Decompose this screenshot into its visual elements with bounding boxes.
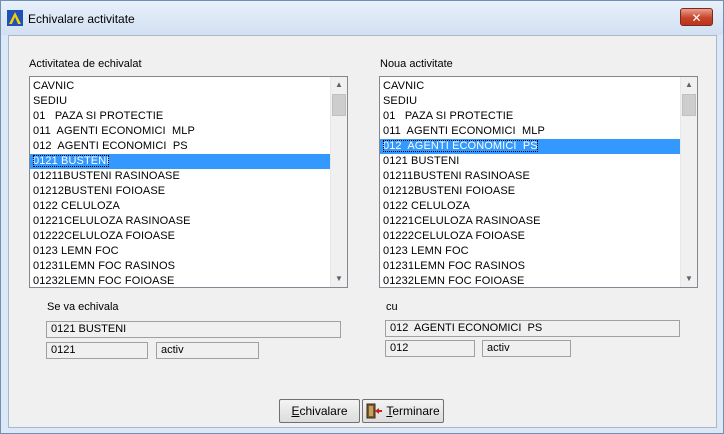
list-item[interactable]: 01212BUSTENI FOIOASE <box>380 184 680 199</box>
close-button[interactable]: ✕ <box>680 8 713 26</box>
list-item[interactable]: 0122 CELULOZA <box>380 199 680 214</box>
list-item[interactable]: 0121 BUSTENI <box>380 154 680 169</box>
target-name-field: 012 AGENTI ECONOMICI PS <box>385 320 680 337</box>
list-item[interactable]: SEDIU <box>380 94 680 109</box>
list-item-label: CAVNIC <box>383 80 425 92</box>
title-bar[interactable]: Echivalare activitate ✕ <box>1 1 723 35</box>
scroll-up-icon[interactable]: ▲ <box>681 77 697 93</box>
list-item[interactable]: 0121 BUSTENI <box>30 154 330 169</box>
list-item-label: 012 AGENTI ECONOMICI PS <box>383 140 538 152</box>
list-item-label: 01221CELULOZA RASINOASE <box>33 215 191 227</box>
list-item-label: 011 AGENTI ECONOMICI MLP <box>383 125 545 137</box>
list-item[interactable]: 0123 LEMN FOC <box>30 244 330 259</box>
list-item[interactable]: 01231LEMN FOC RASINOS <box>380 259 680 274</box>
list-item-label: 01212BUSTENI FOIOASE <box>383 185 516 197</box>
list-item-label: SEDIU <box>33 95 68 107</box>
scroll-down-icon[interactable]: ▼ <box>331 271 347 287</box>
list-item-label: 01221CELULOZA RASINOASE <box>383 215 541 227</box>
list-item-label: 0121 BUSTENI <box>383 155 460 167</box>
dialog-window: Echivalare activitate ✕ Activitatea de e… <box>0 0 724 434</box>
list-item[interactable]: 01212BUSTENI FOIOASE <box>30 184 330 199</box>
target-code-field: 012 <box>385 340 475 357</box>
list-item[interactable]: 01 PAZA SI PROTECTIE <box>380 109 680 124</box>
list-item[interactable]: 01 PAZA SI PROTECTIE <box>30 109 330 124</box>
scroll-thumb[interactable] <box>682 94 696 116</box>
target-status-field: activ <box>482 340 571 357</box>
list-item[interactable]: 012 AGENTI ECONOMICI PS <box>380 139 680 154</box>
close-icon: ✕ <box>691 11 702 25</box>
list-item[interactable]: 011 AGENTI ECONOMICI MLP <box>380 124 680 139</box>
source-activity-list[interactable]: CAVNIC SEDIU 01 PAZA SI PROTECTIE 011 AGENT… <box>29 76 348 288</box>
list-item-label: 01211BUSTENI RASINOASE <box>383 170 530 182</box>
source-list-items: CAVNIC SEDIU 01 PAZA SI PROTECTIE 011 AGENT… <box>30 79 330 287</box>
list-item[interactable]: 012 AGENTI ECONOMICI PS <box>30 139 330 154</box>
list-item-label: 0123 LEMN FOC <box>33 245 119 257</box>
list-item[interactable]: 01221CELULOZA RASINOASE <box>30 214 330 229</box>
list-item[interactable]: 01232LEMN FOC FOIOASE <box>380 274 680 287</box>
list-item-label: 01232LEMN FOC FOIOASE <box>383 275 525 287</box>
list-item-label: 01222CELULOZA FOIOASE <box>33 230 176 242</box>
source-summary-label: Se va echivala <box>47 301 119 313</box>
list-item-label: 01212BUSTENI FOIOASE <box>33 185 166 197</box>
list-item-label: 01222CELULOZA FOIOASE <box>383 230 526 242</box>
window-title: Echivalare activitate <box>28 12 135 26</box>
list-item[interactable]: CAVNIC <box>30 79 330 94</box>
terminare-button[interactable]: Terminare <box>362 399 444 423</box>
source-code-field: 0121 <box>46 342 148 359</box>
scroll-up-icon[interactable]: ▲ <box>331 77 347 93</box>
echivalare-button[interactable]: Echivalare <box>279 399 360 423</box>
terminare-label: erminare <box>392 404 440 418</box>
echivalare-label: chivalare <box>299 404 348 418</box>
list-item[interactable]: 01211BUSTENI RASINOASE <box>30 169 330 184</box>
list-item[interactable]: 011 AGENTI ECONOMICI MLP <box>30 124 330 139</box>
list-item[interactable]: 0122 CELULOZA <box>30 199 330 214</box>
list-item-label: CAVNIC <box>33 80 75 92</box>
target-list-items: CAVNIC SEDIU 01 PAZA SI PROTECTIE 011 AGENT… <box>380 79 680 287</box>
scroll-down-icon[interactable]: ▼ <box>681 271 697 287</box>
list-item-label: 01231LEMN FOC RASINOS <box>383 260 526 272</box>
list-item-label: 01 PAZA SI PROTECTIE <box>383 110 514 122</box>
list-item-label: 0122 CELULOZA <box>383 200 470 212</box>
list-item-label: 012 AGENTI ECONOMICI PS <box>33 140 188 152</box>
target-list-label: Noua activitate <box>380 58 453 70</box>
list-item-label: 011 AGENTI ECONOMICI MLP <box>33 125 195 137</box>
list-item-label: 01211BUSTENI RASINOASE <box>33 170 180 182</box>
list-item[interactable]: 01211BUSTENI RASINOASE <box>380 169 680 184</box>
target-summary-label: cu <box>386 301 398 313</box>
source-list-scrollbar[interactable]: ▲ ▼ <box>330 77 347 287</box>
list-item-label: 01 PAZA SI PROTECTIE <box>33 110 164 122</box>
exit-door-icon <box>366 403 383 419</box>
list-item-label: 0122 CELULOZA <box>33 200 120 212</box>
list-item[interactable]: 01221CELULOZA RASINOASE <box>380 214 680 229</box>
list-item[interactable]: 01222CELULOZA FOIOASE <box>380 229 680 244</box>
list-item[interactable]: SEDIU <box>30 94 330 109</box>
list-item-label: 0121 BUSTENI <box>33 155 110 167</box>
list-item[interactable]: 01232LEMN FOC FOIOASE <box>30 274 330 287</box>
app-icon <box>7 10 23 26</box>
list-item-label: 01231LEMN FOC RASINOS <box>33 260 176 272</box>
source-list-label: Activitatea de echivalat <box>29 58 142 70</box>
source-name-field: 0121 BUSTENI <box>46 321 341 338</box>
dialog-client-area: Activitatea de echivalat CAVNIC SEDIU 01 P… <box>8 35 717 428</box>
list-item[interactable]: CAVNIC <box>380 79 680 94</box>
source-status-field: activ <box>156 342 259 359</box>
list-item[interactable]: 0123 LEMN FOC <box>380 244 680 259</box>
list-item[interactable]: 01231LEMN FOC RASINOS <box>30 259 330 274</box>
list-item[interactable]: 01222CELULOZA FOIOASE <box>30 229 330 244</box>
list-item-label: 01232LEMN FOC FOIOASE <box>33 275 175 287</box>
list-item-label: SEDIU <box>383 95 418 107</box>
list-item-label: 0123 LEMN FOC <box>383 245 469 257</box>
scroll-thumb[interactable] <box>332 94 346 116</box>
target-activity-list[interactable]: CAVNIC SEDIU 01 PAZA SI PROTECTIE 011 AGENT… <box>379 76 698 288</box>
target-list-scrollbar[interactable]: ▲ ▼ <box>680 77 697 287</box>
